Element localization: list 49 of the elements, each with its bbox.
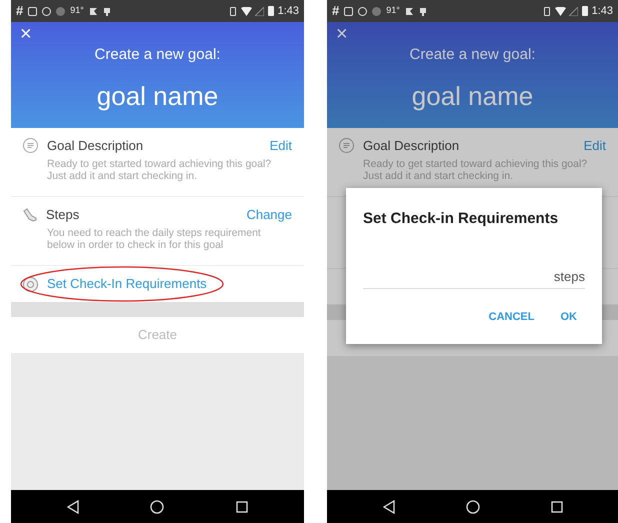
- section-action-link[interactable]: Edit: [584, 136, 606, 156]
- dialog-button[interactable]: CANCEL: [488, 308, 534, 325]
- recents-icon[interactable]: [550, 500, 562, 512]
- section-title: Steps: [46, 206, 80, 224]
- section-description: Ready to get started toward achieving this goal? Just add it and start checking in.: [47, 158, 272, 182]
- battery-icon: [582, 6, 588, 16]
- create-button[interactable]: Create: [11, 317, 304, 353]
- goal-name-text: goal name: [96, 80, 218, 112]
- subtitle-text: Create a new goal:: [410, 45, 536, 65]
- notes-icon: [23, 138, 38, 153]
- section-title: Goal Description: [363, 136, 460, 155]
- back-icon[interactable]: [66, 500, 79, 514]
- dialog-button[interactable]: OK: [560, 308, 577, 325]
- hash-sign: #: [332, 2, 340, 20]
- flag-icon: [404, 6, 414, 16]
- clock-text: 1:43: [592, 4, 613, 19]
- signal-icon: [568, 6, 578, 16]
- wifi-icon: [240, 6, 252, 16]
- subtitle-text: Create a new goal:: [94, 45, 220, 65]
- shoe-icon: [23, 208, 37, 222]
- close-button[interactable]: ×: [336, 24, 348, 44]
- vibrate-icon: [544, 6, 550, 16]
- dialog-title: Set Check-in Requirements: [363, 209, 560, 229]
- temperature-text: 91°: [70, 4, 84, 18]
- avatar-icon: [372, 6, 382, 16]
- battery-icon: [268, 6, 274, 16]
- signal-icon: [254, 6, 264, 16]
- recents-icon[interactable]: [236, 500, 248, 512]
- flag-icon: [88, 6, 98, 16]
- close-button[interactable]: ×: [20, 24, 32, 44]
- section-description: You need to reach the daily steps requirement below in order to check in for this goal: [47, 227, 262, 251]
- temperature-text: 91°: [386, 4, 400, 18]
- target-icon: [23, 276, 38, 292]
- unit-text: steps: [554, 268, 585, 286]
- notes-icon: [339, 138, 354, 153]
- vibrate-icon: [230, 6, 236, 16]
- section-action-link[interactable]: Change: [246, 204, 292, 224]
- goal-name-text: goal name: [412, 80, 534, 112]
- section-description: Ready to get started toward achieving this goal? Just add it and start checking in.: [363, 158, 588, 182]
- home-icon[interactable]: [466, 500, 480, 514]
- back-icon[interactable]: [382, 500, 394, 514]
- section-title: Goal Description: [47, 136, 144, 155]
- clock-text: 1:43: [278, 4, 299, 19]
- steps-input-field[interactable]: steps: [363, 266, 585, 288]
- home-icon[interactable]: [150, 500, 164, 514]
- wifi-icon: [554, 6, 566, 16]
- avatar-icon: [56, 6, 66, 16]
- section-action-link[interactable]: Edit: [270, 136, 292, 156]
- hash-sign: #: [16, 2, 24, 20]
